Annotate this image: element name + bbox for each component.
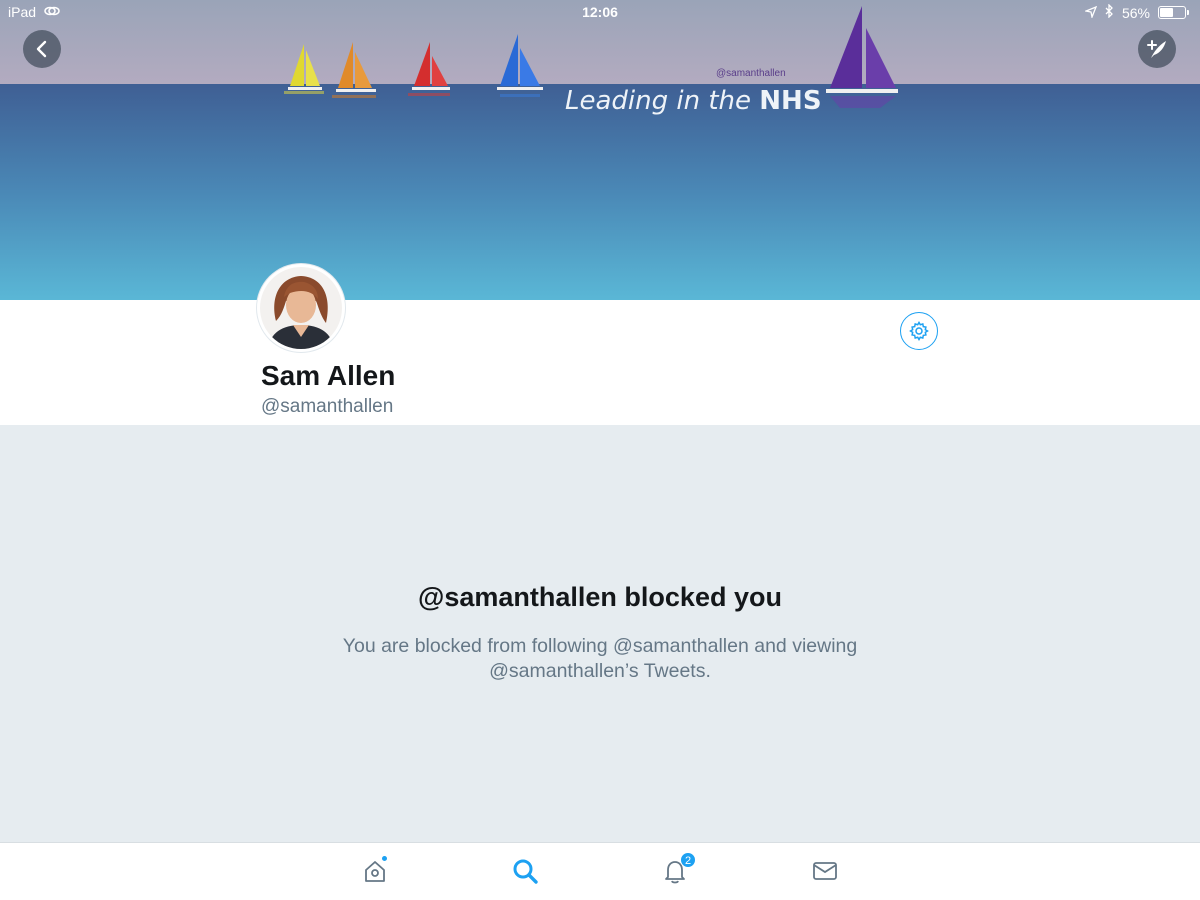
bluetooth-icon <box>1105 3 1114 21</box>
banner-handle: @samanthallen <box>716 68 786 79</box>
gear-icon <box>909 321 929 341</box>
battery-fill <box>1160 8 1174 17</box>
banner-tagline-italic: Leading in the <box>565 86 752 116</box>
bottom-tab-bar: 2 <box>0 842 1200 900</box>
blocked-message: You are blocked from following @samantha… <box>300 634 900 684</box>
profile-photo <box>260 267 342 349</box>
location-arrow-icon <box>1083 5 1098 21</box>
blocked-message-line-1: You are blocked from following @samantha… <box>342 635 858 657</box>
envelope-icon <box>813 862 837 880</box>
compose-feather-icon <box>1147 40 1166 58</box>
home-new-dot <box>381 855 388 862</box>
status-time: 12:06 <box>582 4 618 20</box>
banner-tagline: Leading in the NHS <box>565 86 822 116</box>
tab-notifications[interactable]: 2 <box>659 852 696 887</box>
status-right: 56% <box>1083 3 1189 21</box>
banner-tagline-bold: NHS <box>759 86 822 116</box>
status-bar: iPad 12:06 56% <box>0 0 1200 24</box>
notification-badge: 2 <box>680 852 696 868</box>
profile-banner: @samanthallen Leading in the NHS <box>0 0 1200 300</box>
back-button[interactable] <box>23 30 61 68</box>
settings-gear-button[interactable] <box>900 312 938 350</box>
profile-handle: @samanthallen <box>261 396 394 417</box>
blocked-title: @samanthallen blocked you <box>418 582 782 612</box>
display-name: Sam Allen <box>261 360 396 391</box>
tab-messages[interactable] <box>809 855 841 887</box>
tab-search[interactable] <box>509 855 541 887</box>
chevron-left-icon <box>36 40 47 58</box>
tab-home[interactable] <box>359 855 391 887</box>
profile-header <box>0 300 1200 425</box>
blocked-message-line-2: @samanthallen’s Tweets. <box>489 660 711 682</box>
battery-icon <box>1158 6 1189 19</box>
compose-tweet-button[interactable] <box>1138 30 1176 68</box>
search-icon <box>513 859 538 884</box>
avatar[interactable] <box>257 264 345 352</box>
battery-percent: 56% <box>1121 4 1150 21</box>
